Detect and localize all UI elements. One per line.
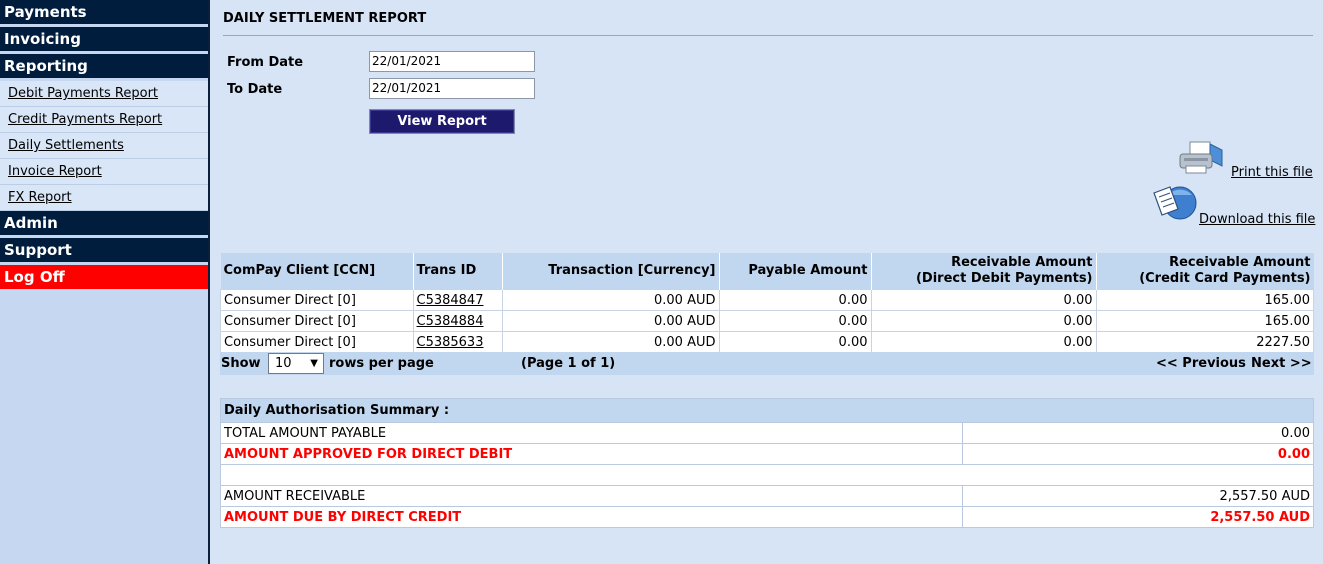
summary-row: TOTAL AMOUNT PAYABLE 0.00: [220, 422, 1314, 444]
cell-client: Consumer Direct [0]: [220, 310, 414, 332]
sidebar-item-label[interactable]: Invoice Report: [8, 164, 102, 179]
trans-id-link[interactable]: C5385633: [417, 335, 484, 350]
pager-page-info: (Page 1 of 1): [521, 356, 616, 371]
summary-spacer-row: [220, 464, 1314, 486]
cell-payable: 0.00: [718, 289, 872, 311]
cell-transaction: 0.00 AUD: [501, 310, 720, 332]
sidebar-item-credit-payments-report[interactable]: Credit Payments Report: [0, 107, 208, 133]
cell-recv-dd: 0.00: [870, 289, 1097, 311]
recv-dd-header-line1: Receivable Amount: [951, 255, 1093, 270]
download-icon[interactable]: [1150, 183, 1200, 223]
sidebar-item-label[interactable]: Daily Settlements: [8, 138, 124, 153]
total-payable-label: TOTAL AMOUNT PAYABLE: [220, 422, 963, 444]
summary-row: AMOUNT APPROVED FOR DIRECT DEBIT 0.00: [220, 443, 1314, 465]
nav-payments[interactable]: Payments: [0, 0, 208, 27]
nav-reporting[interactable]: Reporting: [0, 54, 208, 81]
cell-client: Consumer Direct [0]: [220, 331, 414, 353]
recv-cc-header-line2: (Credit Card Payments): [1139, 271, 1311, 286]
cell-payable: 0.00: [718, 310, 872, 332]
table-pager: Show 10 ▼ rows per page (Page 1 of 1) <<…: [220, 352, 1314, 375]
printer-icon[interactable]: [1178, 140, 1226, 176]
sidebar-item-label[interactable]: Debit Payments Report: [8, 86, 158, 101]
pager-rows-per-page-label: rows per page: [329, 356, 434, 371]
table-header-row: ComPay Client [CCN] Trans ID Transaction…: [220, 253, 1314, 290]
next-page-link[interactable]: Next >>: [1251, 352, 1312, 375]
table-row: Consumer Direct [0] C5385633 0.00 AUD 0.…: [220, 331, 1314, 353]
recv-cc-header-line1: Receivable Amount: [1169, 255, 1311, 270]
cell-recv-cc: 165.00: [1095, 289, 1314, 311]
cell-trans-id[interactable]: C5384884: [412, 310, 503, 332]
amount-receivable-label: AMOUNT RECEIVABLE: [220, 485, 963, 507]
summary-row: AMOUNT DUE BY DIRECT CREDIT 2,557.50 AUD: [220, 506, 1314, 528]
total-payable-value: 0.00: [962, 422, 1314, 444]
nav-support[interactable]: Support: [0, 238, 208, 265]
col-recv-cc-header: Receivable Amount (Credit Card Payments): [1096, 253, 1314, 290]
nav-invoicing[interactable]: Invoicing: [0, 27, 208, 54]
from-date-input[interactable]: 22/01/2021: [369, 51, 535, 72]
print-file-link[interactable]: Print this file: [1231, 165, 1313, 180]
approved-direct-debit-value: 0.00: [962, 443, 1314, 465]
main-content: DAILY SETTLEMENT REPORT From Date 22/01/…: [210, 0, 1323, 564]
sidebar-item-label[interactable]: FX Report: [8, 190, 72, 205]
nav-logoff[interactable]: Log Off: [0, 265, 208, 292]
cell-trans-id[interactable]: C5385633: [412, 331, 503, 353]
col-transaction-header: Transaction [Currency]: [502, 253, 720, 290]
due-direct-credit-value: 2,557.50 AUD: [962, 506, 1314, 528]
cell-transaction: 0.00 AUD: [501, 331, 720, 353]
cell-transaction: 0.00 AUD: [501, 289, 720, 311]
cell-payable: 0.00: [718, 331, 872, 353]
col-client-header: ComPay Client [CCN]: [220, 253, 414, 290]
settlement-table: ComPay Client [CCN] Trans ID Transaction…: [220, 253, 1314, 353]
cell-client: Consumer Direct [0]: [220, 289, 414, 311]
authorisation-summary-table: Daily Authorisation Summary : TOTAL AMOU…: [220, 398, 1314, 528]
col-payable-header: Payable Amount: [719, 253, 872, 290]
rows-per-page-value: 10: [275, 356, 292, 371]
rows-per-page-select[interactable]: 10 ▼: [268, 353, 324, 374]
cell-recv-dd: 0.00: [870, 331, 1097, 353]
pager-show-label: Show: [221, 356, 261, 371]
cell-recv-dd: 0.00: [870, 310, 1097, 332]
sidebar-item-debit-payments-report[interactable]: Debit Payments Report: [0, 81, 208, 107]
col-trans-id-header: Trans ID: [413, 253, 503, 290]
approved-direct-debit-label: AMOUNT APPROVED FOR DIRECT DEBIT: [220, 443, 963, 465]
to-date-input[interactable]: 22/01/2021: [369, 78, 535, 99]
col-recv-dd-header: Receivable Amount (Direct Debit Payments…: [871, 253, 1097, 290]
chevron-down-icon: ▼: [310, 358, 318, 369]
nav-admin[interactable]: Admin: [0, 211, 208, 238]
summary-heading-row: Daily Authorisation Summary :: [220, 398, 1314, 423]
cell-trans-id[interactable]: C5384847: [412, 289, 503, 311]
summary-spacer: [220, 464, 1314, 486]
to-date-label: To Date: [227, 82, 283, 97]
amount-receivable-value: 2,557.50 AUD: [962, 485, 1314, 507]
page-title: DAILY SETTLEMENT REPORT: [223, 11, 427, 26]
title-divider: [223, 35, 1313, 36]
cell-recv-cc: 2227.50: [1095, 331, 1314, 353]
trans-id-link[interactable]: C5384884: [417, 314, 484, 329]
summary-row: AMOUNT RECEIVABLE 2,557.50 AUD: [220, 485, 1314, 507]
sidebar-item-daily-settlements[interactable]: Daily Settlements: [0, 133, 208, 159]
view-report-button[interactable]: View Report: [369, 109, 515, 134]
recv-dd-header-line2: (Direct Debit Payments): [915, 271, 1093, 286]
due-direct-credit-label: AMOUNT DUE BY DIRECT CREDIT: [220, 506, 963, 528]
trans-id-link[interactable]: C5384847: [417, 293, 484, 308]
table-row: Consumer Direct [0] C5384884 0.00 AUD 0.…: [220, 310, 1314, 332]
table-row: Consumer Direct [0] C5384847 0.00 AUD 0.…: [220, 289, 1314, 311]
from-date-label: From Date: [227, 55, 304, 70]
summary-heading: Daily Authorisation Summary :: [220, 398, 1314, 423]
previous-page-link[interactable]: << Previous: [1156, 352, 1246, 375]
sidebar-item-fx-report[interactable]: FX Report: [0, 185, 208, 211]
cell-recv-cc: 165.00: [1095, 310, 1314, 332]
sidebar: Payments Invoicing Reporting Debit Payme…: [0, 0, 210, 564]
sidebar-item-label[interactable]: Credit Payments Report: [8, 112, 162, 127]
sidebar-item-invoice-report[interactable]: Invoice Report: [0, 159, 208, 185]
download-file-link[interactable]: Download this file: [1199, 212, 1315, 227]
